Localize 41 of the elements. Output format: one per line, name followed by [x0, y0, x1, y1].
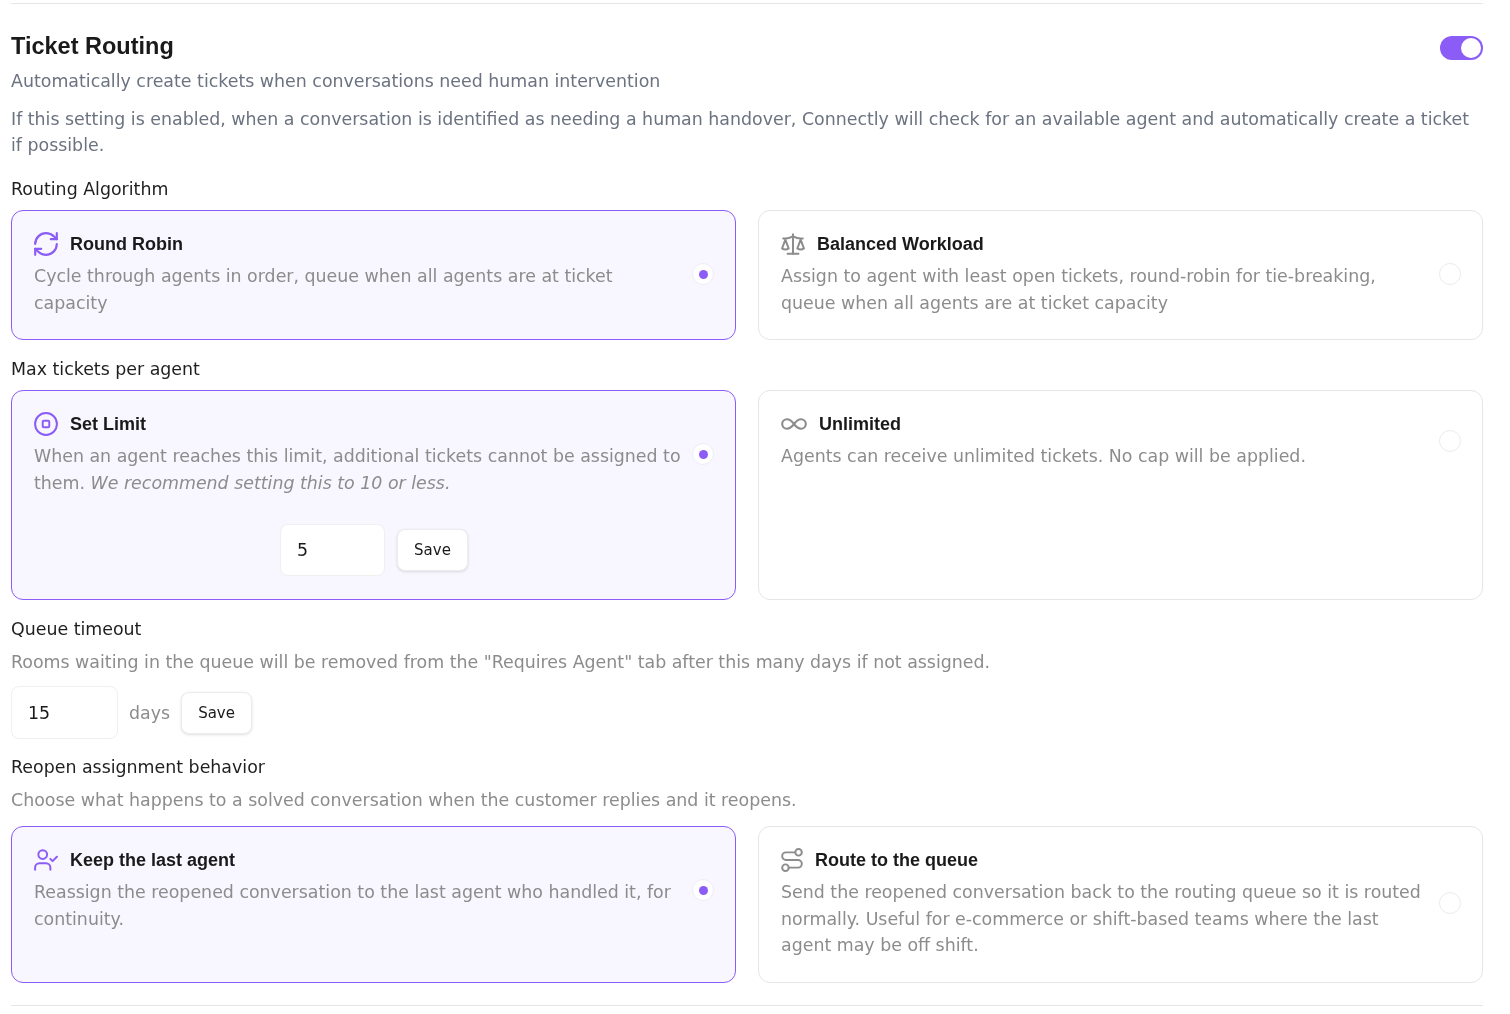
option-title: Round Robin: [70, 233, 183, 256]
setting-label: Routing Algorithm: [11, 178, 170, 201]
radio-button[interactable]: [692, 263, 714, 285]
option-card[interactable]: Balanced Workload Assign to agent with least open tickets, round-robin for tie-breaking, queue when all agents are at ticket capacity: [758, 210, 1483, 340]
setting-label: Queue timeout: [11, 618, 143, 641]
option-title: Keep the last agent: [70, 849, 236, 872]
option-title: Unlimited: [819, 413, 901, 436]
section-title: Ticket Routing: [11, 32, 174, 61]
setting-label: Reopen assignment behavior: [11, 756, 266, 779]
option-title: Route to the queue: [815, 849, 978, 872]
option-card[interactable]: Set Limit When an agent reaches this limit, additional tickets cannot be assigned to them. We recommend setting this to 10 or less. 5 Save: [11, 390, 736, 600]
option-card[interactable]: Route to the queue Send the reopened conversation back to the routing queue so it is routed normally. Useful for e-commerce or shift-based teams where the last agent may be off shift.: [758, 826, 1483, 983]
radio-button[interactable]: [692, 879, 714, 901]
option-card[interactable]: Unlimited Agents can receive unlimited tickets. No cap will be applied.: [758, 390, 1483, 600]
option-description: Reassign the reopened conversation to the last agent who handled it, for continuity.: [34, 881, 672, 931]
scale-icon: [781, 233, 805, 255]
option-description: Send the reopened conversation back to the routing queue so it is routed normally. Useful for e-commerce or shift-based teams where the last agent may be off shift.: [781, 881, 1422, 957]
number-field[interactable]: 5: [280, 524, 385, 576]
option-title: Set Limit: [70, 413, 146, 436]
cycle-arrows-icon: [34, 232, 58, 256]
setting-description: Rooms waiting in the queue will be removed from the "Requires Agent" tab after this many days if not assigned.: [11, 651, 992, 674]
route-icon: [781, 848, 803, 872]
option-description: When an agent reaches this limit, additional tickets cannot be assigned to them. We recommend setting this to 10 or less.: [34, 445, 682, 495]
toggle-switch[interactable]: [1440, 36, 1483, 60]
option-description: Assign to agent with least open tickets, round-robin for tie-breaking, queue when all agents are at ticket capacity: [781, 265, 1377, 315]
infinity-icon: [781, 418, 807, 430]
radio-button[interactable]: [692, 443, 714, 465]
unit-label: days: [129, 702, 171, 723]
section-description: If this setting is enabled, when a conversation is identified as needing a human handover, Connectly will check for an available agent and automatically create a ticket if possible.: [11, 108, 1470, 157]
setting-label: Max tickets per agent: [11, 358, 201, 381]
option-description: Cycle through agents in order, queue when all agents are at ticket capacity: [34, 265, 614, 315]
save-button[interactable]: Save: [397, 529, 468, 571]
option-description: Agents can receive unlimited tickets. No cap will be applied.: [781, 445, 1307, 468]
number-field[interactable]: 15: [11, 686, 118, 739]
section-subtitle: Automatically create tickets when conversations need human intervention: [11, 70, 662, 93]
user-check-icon: [34, 849, 58, 871]
save-button[interactable]: Save: [181, 691, 253, 734]
setting-description: Choose what happens to a solved conversation when the customer replies and it reopens.: [11, 789, 798, 812]
option-card[interactable]: Round Robin Cycle through agents in order, queue when all agents are at ticket capacity: [11, 210, 736, 340]
option-title: Balanced Workload: [817, 233, 984, 256]
option-card[interactable]: Keep the last agent Reassign the reopened conversation to the last agent who handled it, for continuity.: [11, 826, 736, 983]
